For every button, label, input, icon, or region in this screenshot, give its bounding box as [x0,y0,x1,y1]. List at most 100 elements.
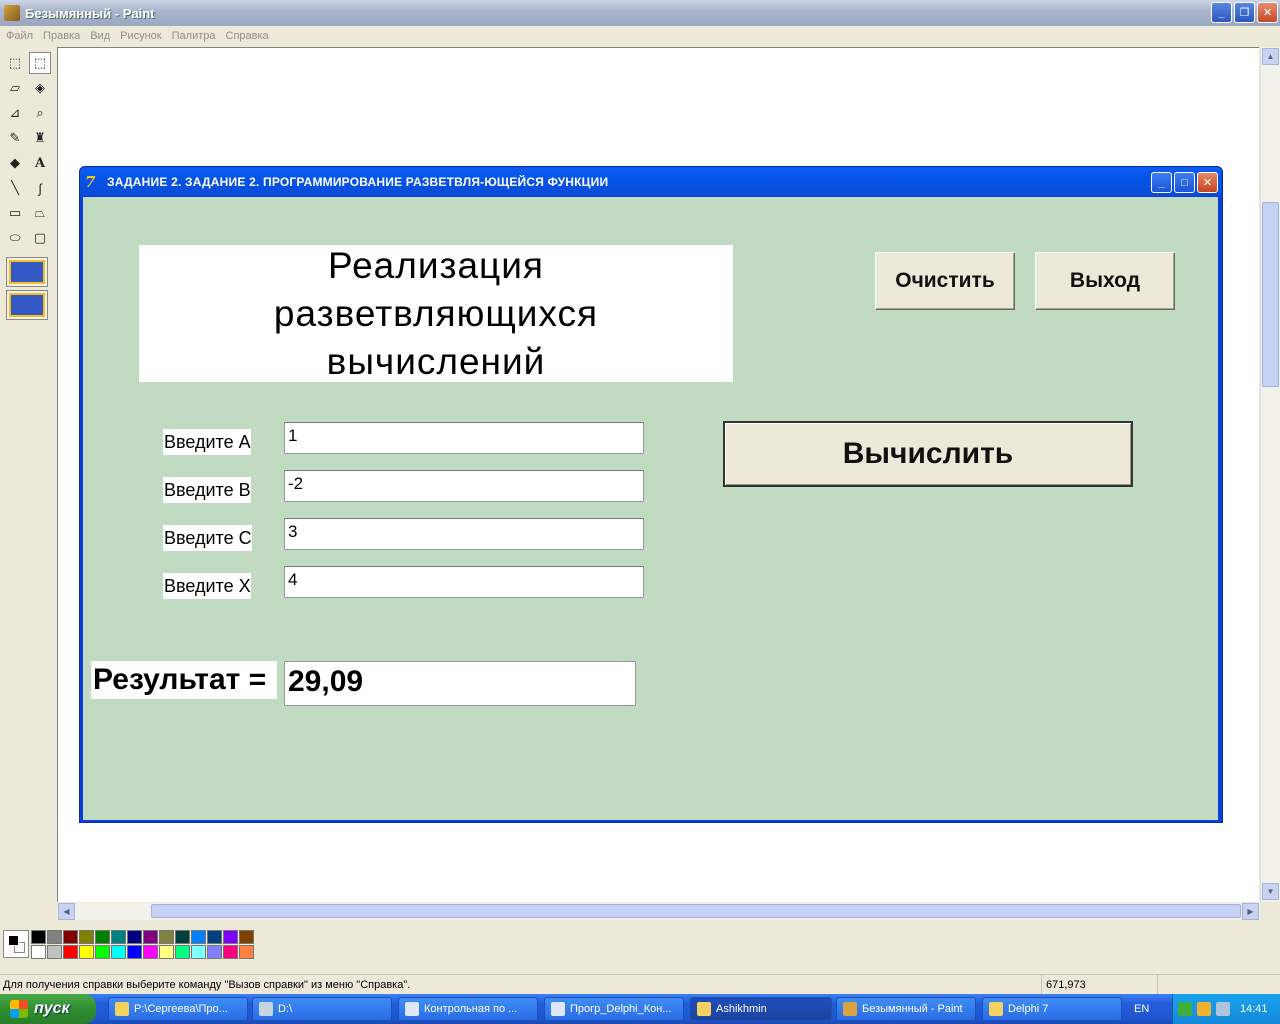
color-swatch[interactable] [207,930,222,944]
tool-option-opaque[interactable] [6,257,48,287]
taskbar-item-word-doc[interactable]: Контрольная по ... [398,997,538,1021]
delphi-minimize-button[interactable]: _ [1151,172,1172,193]
close-button[interactable]: ✕ [1257,2,1278,23]
taskbar-item-label: Ashikhmin [716,1003,767,1015]
status-help-text: Для получения справки выберите команду "… [3,979,411,991]
color-swatch[interactable] [31,930,46,944]
menu-view[interactable]: Вид [86,30,116,42]
color-swatch[interactable] [111,930,126,944]
color-picker-icon[interactable]: ⊿ [4,102,26,124]
scroll-up-icon[interactable]: ▲ [1262,48,1279,65]
scroll-down-icon[interactable]: ▼ [1262,883,1279,900]
input-a[interactable]: 1 [284,422,644,454]
fill-icon[interactable]: ◈ [29,77,51,99]
tray-network-icon[interactable] [1178,1002,1192,1016]
color-swatch[interactable] [127,930,142,944]
pencil-icon[interactable]: ✎ [4,127,26,149]
delphi-close-button[interactable]: ✕ [1197,172,1218,193]
ellipse-icon[interactable]: ⬭ [4,227,26,249]
delphi-maximize-button[interactable]: □ [1174,172,1195,193]
color-swatch[interactable] [143,945,158,959]
restore-button[interactable]: ❐ [1234,2,1255,23]
scroll-left-icon[interactable]: ◀ [58,903,75,920]
curve-icon[interactable]: ∫ [29,177,51,199]
rectangle-icon[interactable]: ▭ [4,202,26,224]
color-swatch[interactable] [175,930,190,944]
horizontal-scroll-thumb[interactable] [151,904,1241,918]
clear-button[interactable]: Очистить [875,252,1015,310]
tray-security-icon[interactable] [1197,1002,1211,1016]
delphi-icon [989,1002,1003,1016]
eraser-icon[interactable]: ▱ [4,77,26,99]
color-swatch[interactable] [159,930,174,944]
taskbar-item-drive[interactable]: D:\ [252,997,392,1021]
taskbar-item-ashikhmin[interactable]: Ashikhmin [690,997,832,1021]
tray-volume-icon[interactable] [1216,1002,1230,1016]
color-swatch[interactable] [111,945,126,959]
scroll-right-icon[interactable]: ▶ [1242,903,1259,920]
color-swatch[interactable] [95,945,110,959]
color-swatch[interactable] [79,930,94,944]
free-select-icon[interactable]: ⬚ [4,52,26,74]
color-swatch[interactable] [47,930,62,944]
color-swatch[interactable] [239,930,254,944]
minimize-button[interactable]: _ [1211,2,1232,23]
color-swatch[interactable] [95,930,110,944]
result-field[interactable]: 29,09 [284,661,636,706]
exit-button[interactable]: Выход [1035,252,1175,310]
color-swatch[interactable] [223,945,238,959]
rect-select-icon[interactable]: ⬚ [29,52,51,74]
magnifier-icon[interactable]: ⌕ [29,102,51,124]
airbrush-icon[interactable]: ◆ [4,152,26,174]
color-swatch[interactable] [239,945,254,959]
heading-line-1: Реализация [328,244,544,286]
color-swatch[interactable] [175,945,190,959]
vertical-scroll-thumb[interactable] [1262,202,1279,387]
color-swatch[interactable] [191,945,206,959]
color-swatch[interactable] [207,945,222,959]
color-swatch[interactable] [143,930,158,944]
brush-icon[interactable]: ♜ [29,127,51,149]
color-swatch[interactable] [31,945,46,959]
language-indicator[interactable]: EN [1134,1003,1149,1015]
delphi-title-bar: 7 ЗАДАНИЕ 2. ЗАДАНИЕ 2. ПРОГРАММИРОВАНИЕ… [80,167,1222,196]
menu-help[interactable]: Справка [222,30,275,42]
color-swatch[interactable] [79,945,94,959]
color-swatch[interactable] [47,945,62,959]
menu-image[interactable]: Рисунок [116,30,168,42]
menu-edit[interactable]: Правка [39,30,86,42]
cursor-coordinates: 671,973 [1041,975,1156,995]
input-c[interactable]: 3 [284,518,644,550]
current-colors[interactable] [3,930,29,958]
color-swatch[interactable] [159,945,174,959]
line-icon[interactable]: ╲ [4,177,26,199]
menu-file[interactable]: Файл [2,30,39,42]
taskbar-item-paint[interactable]: Безымянный - Paint [836,997,976,1021]
vertical-scrollbar[interactable]: ▲ ▼ [1260,47,1280,902]
title-bar: Безымянный - Paint _ ❐ ✕ [0,0,1280,26]
horizontal-scrollbar[interactable]: ◀ ▶ [57,903,1260,920]
calculate-button[interactable]: Вычислить [723,421,1133,487]
color-swatch[interactable] [63,945,78,959]
taskbar-item-word-doc-2[interactable]: Прогр_Delphi_Кон... [544,997,684,1021]
input-b[interactable]: -2 [284,470,644,502]
taskbar: пуск P:\Сергеева\Про... D:\ Контрольная … [0,994,1280,1024]
color-swatch[interactable] [191,930,206,944]
text-icon[interactable]: A [29,152,51,174]
color-swatch[interactable] [223,930,238,944]
tool-option-transparent[interactable] [6,290,48,320]
form-client-area: Реализация разветвляющихся вычислений Оч… [83,197,1218,820]
result-label: Результат = [91,661,277,699]
taskbar-item-label: D:\ [278,1003,293,1015]
menu-colors[interactable]: Палитра [168,30,222,42]
delphi-window-title: ЗАДАНИЕ 2. ЗАДАНИЕ 2. ПРОГРАММИРОВАНИЕ Р… [107,174,609,189]
taskbar-item-folder[interactable]: P:\Сергеева\Про... [108,997,248,1021]
taskbar-item-delphi[interactable]: Delphi 7 [982,997,1122,1021]
polygon-icon[interactable]: ⏢ [29,202,51,224]
clock[interactable]: 14:41 [1240,1003,1268,1015]
color-swatch[interactable] [127,945,142,959]
start-button[interactable]: пуск [0,994,96,1024]
rounded-rect-icon[interactable]: ▢ [29,227,51,249]
input-x[interactable]: 4 [284,566,644,598]
color-swatch[interactable] [63,930,78,944]
